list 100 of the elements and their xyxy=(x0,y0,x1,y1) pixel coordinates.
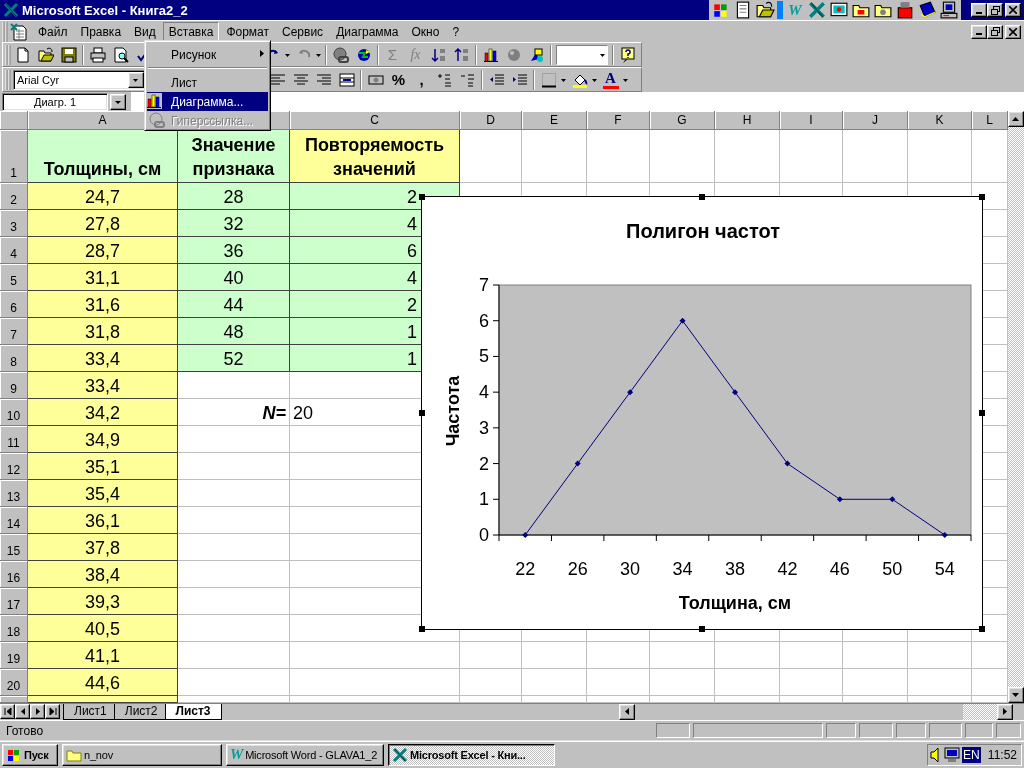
table-cell: 33,4 xyxy=(28,372,178,399)
menu-item[interactable]: Вид xyxy=(128,21,162,42)
taskbar-button[interactable]: n_nov xyxy=(62,743,222,766)
column-header[interactable]: J xyxy=(843,111,908,130)
column-header[interactable]: K xyxy=(908,111,972,130)
tick-label: 2 xyxy=(479,453,489,474)
menu-item[interactable]: Файл xyxy=(32,21,74,42)
status-text: Готово xyxy=(6,723,44,738)
column-header[interactable]: H xyxy=(715,111,780,130)
table-cell: 40 xyxy=(178,264,290,291)
menu-item[interactable]: Лист xyxy=(147,73,268,92)
table-cell: 28,7 xyxy=(28,237,178,264)
row-header[interactable]: 9 xyxy=(0,372,28,399)
row-header[interactable]: 18 xyxy=(0,615,28,642)
column-header[interactable]: G xyxy=(650,111,715,130)
table-cell: 40,5 xyxy=(28,615,178,642)
menu-item[interactable]: ? xyxy=(446,21,466,42)
tick-label: 7 xyxy=(479,275,489,295)
table-cell: 38,4 xyxy=(28,561,178,588)
table-cell: Толщины, см xyxy=(28,130,178,183)
row-header[interactable]: 5 xyxy=(0,264,28,291)
column-header[interactable]: D xyxy=(460,111,522,130)
row-header[interactable]: 13 xyxy=(0,480,28,507)
table-cell: 35,1 xyxy=(28,453,178,480)
table-cell: 33,4 xyxy=(28,345,178,372)
menu-item[interactable]: Диаграмма xyxy=(330,21,405,42)
language-indicator[interactable]: EN xyxy=(962,746,981,763)
table-cell: N= xyxy=(178,399,290,426)
table-cell: 36 xyxy=(178,237,290,264)
menu-item[interactable]: Диаграмма... xyxy=(147,92,268,111)
menu-item[interactable]: Рисунок xyxy=(147,45,268,64)
row-header[interactable]: 16 xyxy=(0,561,28,588)
tick-label: 6 xyxy=(479,310,489,331)
tick-label: 34 xyxy=(672,559,693,579)
table-cell: 48 xyxy=(178,318,290,345)
row-header[interactable]: 14 xyxy=(0,507,28,534)
tick-label: 50 xyxy=(882,559,903,579)
table-cell: 37,8 xyxy=(28,534,178,561)
column-header[interactable]: I xyxy=(780,111,843,130)
row-header[interactable]: 15 xyxy=(0,534,28,561)
table-cell: 27,8 xyxy=(28,210,178,237)
row-header[interactable]: 12 xyxy=(0,453,28,480)
table-cell: 31,8 xyxy=(28,318,178,345)
font-color-button[interactable]: A xyxy=(599,68,622,91)
column-header[interactable]: C xyxy=(290,111,460,130)
table-cell: 34,2 xyxy=(28,399,178,426)
name-box[interactable]: Диагр. 1 xyxy=(2,92,108,111)
column-header[interactable]: E xyxy=(522,111,587,130)
table-cell: 31,1 xyxy=(28,264,178,291)
menu-item[interactable]: Окно xyxy=(405,21,446,42)
tick-label: 4 xyxy=(479,382,489,403)
taskbar-button[interactable]: Microsoft Excel - Кни... xyxy=(388,743,555,766)
table-cell: 28 xyxy=(178,183,290,210)
taskbar-button[interactable]: WMicrosoft Word - GLAVA1_2 xyxy=(226,743,384,766)
table-cell: 24,7 xyxy=(28,183,178,210)
tick-label: 22 xyxy=(515,559,536,579)
tick-label: 26 xyxy=(567,559,588,579)
row-header[interactable]: 3 xyxy=(0,210,28,237)
chart-title: Полигон частот xyxy=(626,220,780,242)
percent-button[interactable]: % xyxy=(387,68,410,91)
word-glyph: W xyxy=(230,746,244,763)
sheet-tab[interactable]: Лист3 xyxy=(164,704,222,720)
table-cell: 41,1 xyxy=(28,642,178,669)
tick-label: 46 xyxy=(829,559,850,579)
tick-label: 5 xyxy=(479,346,489,367)
tick-label: 0 xyxy=(479,525,489,545)
table-cell: 32 xyxy=(178,210,290,237)
comma-button[interactable]: , xyxy=(410,68,433,91)
row-header[interactable]: 10 xyxy=(0,399,28,426)
table-cell: Значение признака xyxy=(178,130,290,183)
column-header[interactable]: L xyxy=(972,111,1008,130)
table-cell: 35,4 xyxy=(28,480,178,507)
row-header[interactable]: 17 xyxy=(0,588,28,615)
row-header[interactable]: 1 xyxy=(0,130,28,183)
row-header[interactable]: 20 xyxy=(0,669,28,696)
tick-label: 54 xyxy=(934,559,955,579)
row-header[interactable]: 19 xyxy=(0,642,28,669)
table-cell: Повторяемость значений xyxy=(290,130,460,183)
menu-item[interactable]: Формат xyxy=(220,21,276,42)
clock: 11:52 xyxy=(987,747,1017,762)
row-header[interactable]: 11 xyxy=(0,426,28,453)
row-header[interactable]: 6 xyxy=(0,291,28,318)
table-cell: 34,9 xyxy=(28,426,178,453)
menu-item[interactable]: Правка xyxy=(74,21,128,42)
table-cell: 36,1 xyxy=(28,507,178,534)
table-cell: 31,6 xyxy=(28,291,178,318)
table-cell: 52 xyxy=(178,345,290,372)
table-cell: 44 xyxy=(178,291,290,318)
font-dropdown[interactable]: Arial Cyr xyxy=(13,69,146,90)
tick-label: 1 xyxy=(479,489,489,510)
table-cell: 44,6 xyxy=(28,669,178,696)
row-header[interactable]: 4 xyxy=(0,237,28,264)
row-header[interactable]: 8 xyxy=(0,345,28,372)
start-button[interactable]: Пуск xyxy=(2,743,58,766)
menu-item[interactable]: Сервис xyxy=(276,21,330,42)
window-title: Microsoft Excel - Книга2_2 xyxy=(22,2,188,18)
column-header[interactable]: F xyxy=(587,111,650,130)
tick-label: 38 xyxy=(725,559,745,579)
row-header[interactable]: 2 xyxy=(0,183,28,210)
row-header[interactable]: 7 xyxy=(0,318,28,345)
